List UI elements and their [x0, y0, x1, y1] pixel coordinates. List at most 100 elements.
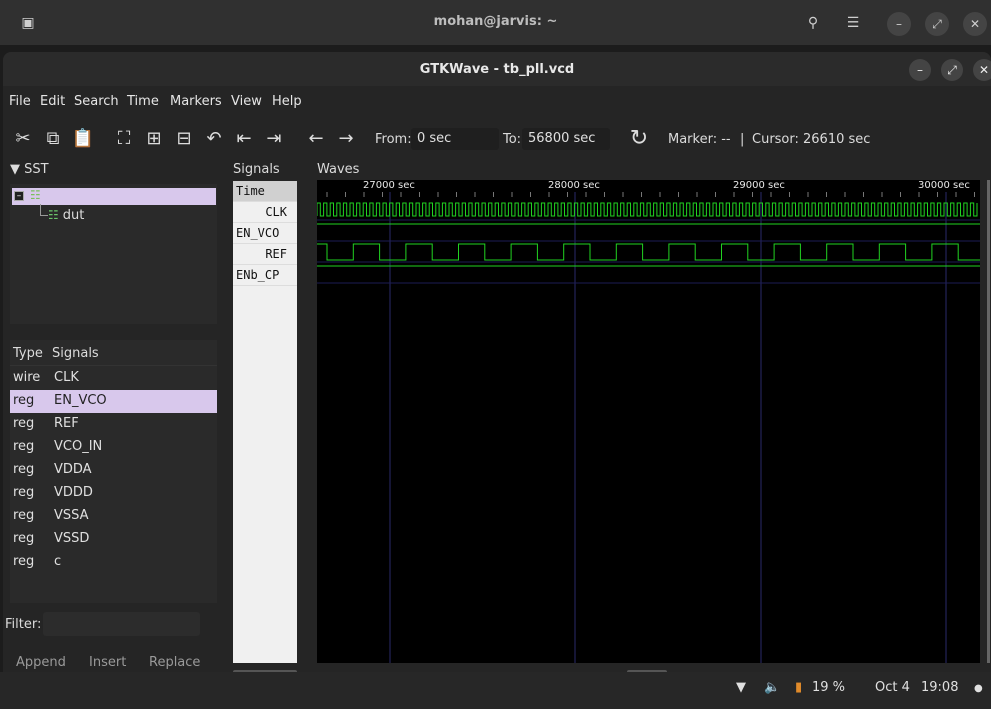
signal-type: reg: [13, 554, 35, 569]
undo-zoom-icon[interactable]: ↶: [202, 127, 226, 151]
menu-search[interactable]: Search: [74, 94, 119, 109]
zoom-to-start-icon[interactable]: ⇤: [232, 127, 256, 151]
notification-dot-icon[interactable]: ●: [974, 683, 983, 694]
signal-list-row[interactable]: reg VDDA: [10, 459, 217, 482]
to-field[interactable]: 56800 sec: [522, 128, 610, 150]
terminal-titlebar: ▣ mohan@jarvis: ~ ⚲ ☰ – ⤢ ✕: [0, 0, 991, 45]
close-icon[interactable]: ✕: [973, 59, 991, 81]
signal-type: reg: [13, 462, 35, 477]
battery-icon[interactable]: ▮: [795, 680, 802, 695]
collapse-triangle-icon[interactable]: ▼: [10, 162, 20, 177]
signal-type: wire: [13, 370, 41, 385]
signal-type: reg: [13, 393, 35, 408]
signal-list-row[interactable]: reg VCO_IN: [10, 436, 217, 459]
minimize-icon[interactable]: –: [909, 59, 931, 81]
search-icon[interactable]: ⚲: [802, 12, 824, 34]
to-label: To:: [503, 132, 522, 147]
signals-header: Signals: [233, 162, 280, 177]
waves-canvas[interactable]: 27000 sec 28000 sec 29000 sec 30000 sec: [317, 180, 980, 663]
signal-name: CLK: [54, 370, 79, 385]
signal-type: reg: [13, 485, 35, 500]
signal-list-row[interactable]: wire CLK: [10, 367, 217, 390]
signal-list: Type Signals wire CLK reg EN_VCO reg REF reg VC…: [10, 340, 217, 603]
signal-name: EN_VCO: [54, 393, 107, 408]
signal-list-row[interactable]: reg VSSD: [10, 528, 217, 551]
signal-name: VCO_IN: [54, 439, 103, 454]
signal-type: reg: [13, 531, 35, 546]
signal-en-vco[interactable]: EN_VCO: [233, 223, 297, 244]
find-previous-edge-icon[interactable]: ←: [304, 127, 328, 151]
paste-icon[interactable]: 📋: [71, 127, 95, 151]
window-titlebar: GTKWave - tb_pll.vcd – ⤢ ✕: [3, 52, 991, 86]
signal-list-header: Type Signals: [10, 340, 217, 366]
signal-ref[interactable]: REF: [233, 244, 297, 265]
col-signals[interactable]: Signals: [52, 346, 99, 361]
zoom-out-icon[interactable]: ⊟: [172, 127, 196, 151]
date-readout[interactable]: Oct 4: [875, 680, 910, 695]
find-next-edge-icon[interactable]: →: [334, 127, 358, 151]
wifi-icon[interactable]: ▼: [736, 680, 746, 695]
replace-button[interactable]: Replace: [149, 655, 200, 670]
minimize-icon[interactable]: –: [887, 12, 911, 36]
maximize-icon[interactable]: ⤢: [941, 59, 963, 81]
signal-type: reg: [13, 416, 35, 431]
battery-level: 19 %: [812, 680, 846, 695]
module-icon: ☷: [48, 208, 59, 222]
insert-button[interactable]: Insert: [89, 655, 126, 670]
signal-list-row[interactable]: reg VDDD: [10, 482, 217, 505]
waveform-clk: [317, 202, 978, 217]
signal-list-row[interactable]: reg REF: [10, 413, 217, 436]
gtkwave-window: GTKWave - tb_pll.vcd – ⤢ ✕ File Edit Sea…: [3, 52, 991, 687]
reload-icon[interactable]: ↻: [627, 127, 651, 151]
signal-type: reg: [13, 439, 35, 454]
signal-time[interactable]: Time: [233, 181, 297, 202]
hamburger-menu-icon[interactable]: ☰: [842, 12, 864, 34]
volume-icon[interactable]: 🔈: [764, 680, 780, 695]
sst-header[interactable]: ▼ SST: [10, 162, 49, 177]
readout-separator: |: [740, 132, 745, 147]
system-status-bar: ▼ 🔈 ▮ 19 % Oct 4 19:08 ●: [0, 672, 991, 709]
signals-name-pane: Time CLK EN_VCO REF ENb_CP: [233, 181, 297, 663]
tree-root-row[interactable]: [12, 188, 216, 205]
window-title: GTKWave - tb_pll.vcd: [419, 62, 575, 77]
time-readout[interactable]: 19:08: [921, 680, 958, 695]
signal-list-row[interactable]: reg c: [10, 551, 217, 574]
waveform-plot: [317, 192, 980, 663]
module-icon: ☷: [30, 188, 41, 202]
signal-name: VSSA: [54, 508, 89, 523]
waves-header: Waves: [317, 162, 360, 177]
menu-time[interactable]: Time: [127, 94, 159, 109]
signal-type: reg: [13, 508, 35, 523]
close-icon[interactable]: ✕: [963, 12, 987, 36]
signal-name: VSSD: [54, 531, 90, 546]
zoom-to-end-icon[interactable]: ⇥: [262, 127, 286, 151]
collapse-icon[interactable]: –: [14, 191, 24, 201]
maximize-icon[interactable]: ⤢: [925, 12, 949, 36]
from-field[interactable]: 0 sec: [411, 128, 499, 150]
tree-item-dut[interactable]: ☷ dut: [48, 208, 84, 223]
signal-enb-cp[interactable]: ENb_CP: [233, 265, 297, 286]
signal-list-row[interactable]: reg VSSA: [10, 505, 217, 528]
menu-help[interactable]: Help: [272, 94, 302, 109]
copy-icon[interactable]: ⧉: [41, 127, 65, 151]
marker-readout: Marker: --: [668, 132, 731, 147]
tree-connector: [40, 204, 48, 216]
signal-list-row[interactable]: reg EN_VCO: [10, 390, 217, 413]
menu-edit[interactable]: Edit: [40, 94, 65, 109]
col-type[interactable]: Type: [13, 346, 43, 361]
zoom-fit-icon[interactable]: ⛶: [112, 127, 136, 151]
menu-markers[interactable]: Markers: [170, 94, 222, 109]
signal-name: VDDA: [54, 462, 92, 477]
menu-bar: File Edit Search Time Markers View Help: [3, 90, 991, 114]
cursor-readout: Cursor: 26610 sec: [752, 132, 871, 147]
waves-vscrollbar[interactable]: [987, 180, 990, 663]
toolbar: ✂ ⧉ 📋 ⛶ ⊞ ⊟ ↶ ⇤ ⇥ ← → From: 0 sec To: 56…: [3, 122, 991, 156]
filter-input[interactable]: [43, 612, 200, 636]
sst-tree: – ☷ ☷ dut: [10, 184, 217, 324]
menu-view[interactable]: View: [231, 94, 262, 109]
cut-icon[interactable]: ✂: [11, 127, 35, 151]
append-button[interactable]: Append: [16, 655, 66, 670]
zoom-in-icon[interactable]: ⊞: [142, 127, 166, 151]
signal-clk[interactable]: CLK: [233, 202, 297, 223]
menu-file[interactable]: File: [9, 94, 31, 109]
